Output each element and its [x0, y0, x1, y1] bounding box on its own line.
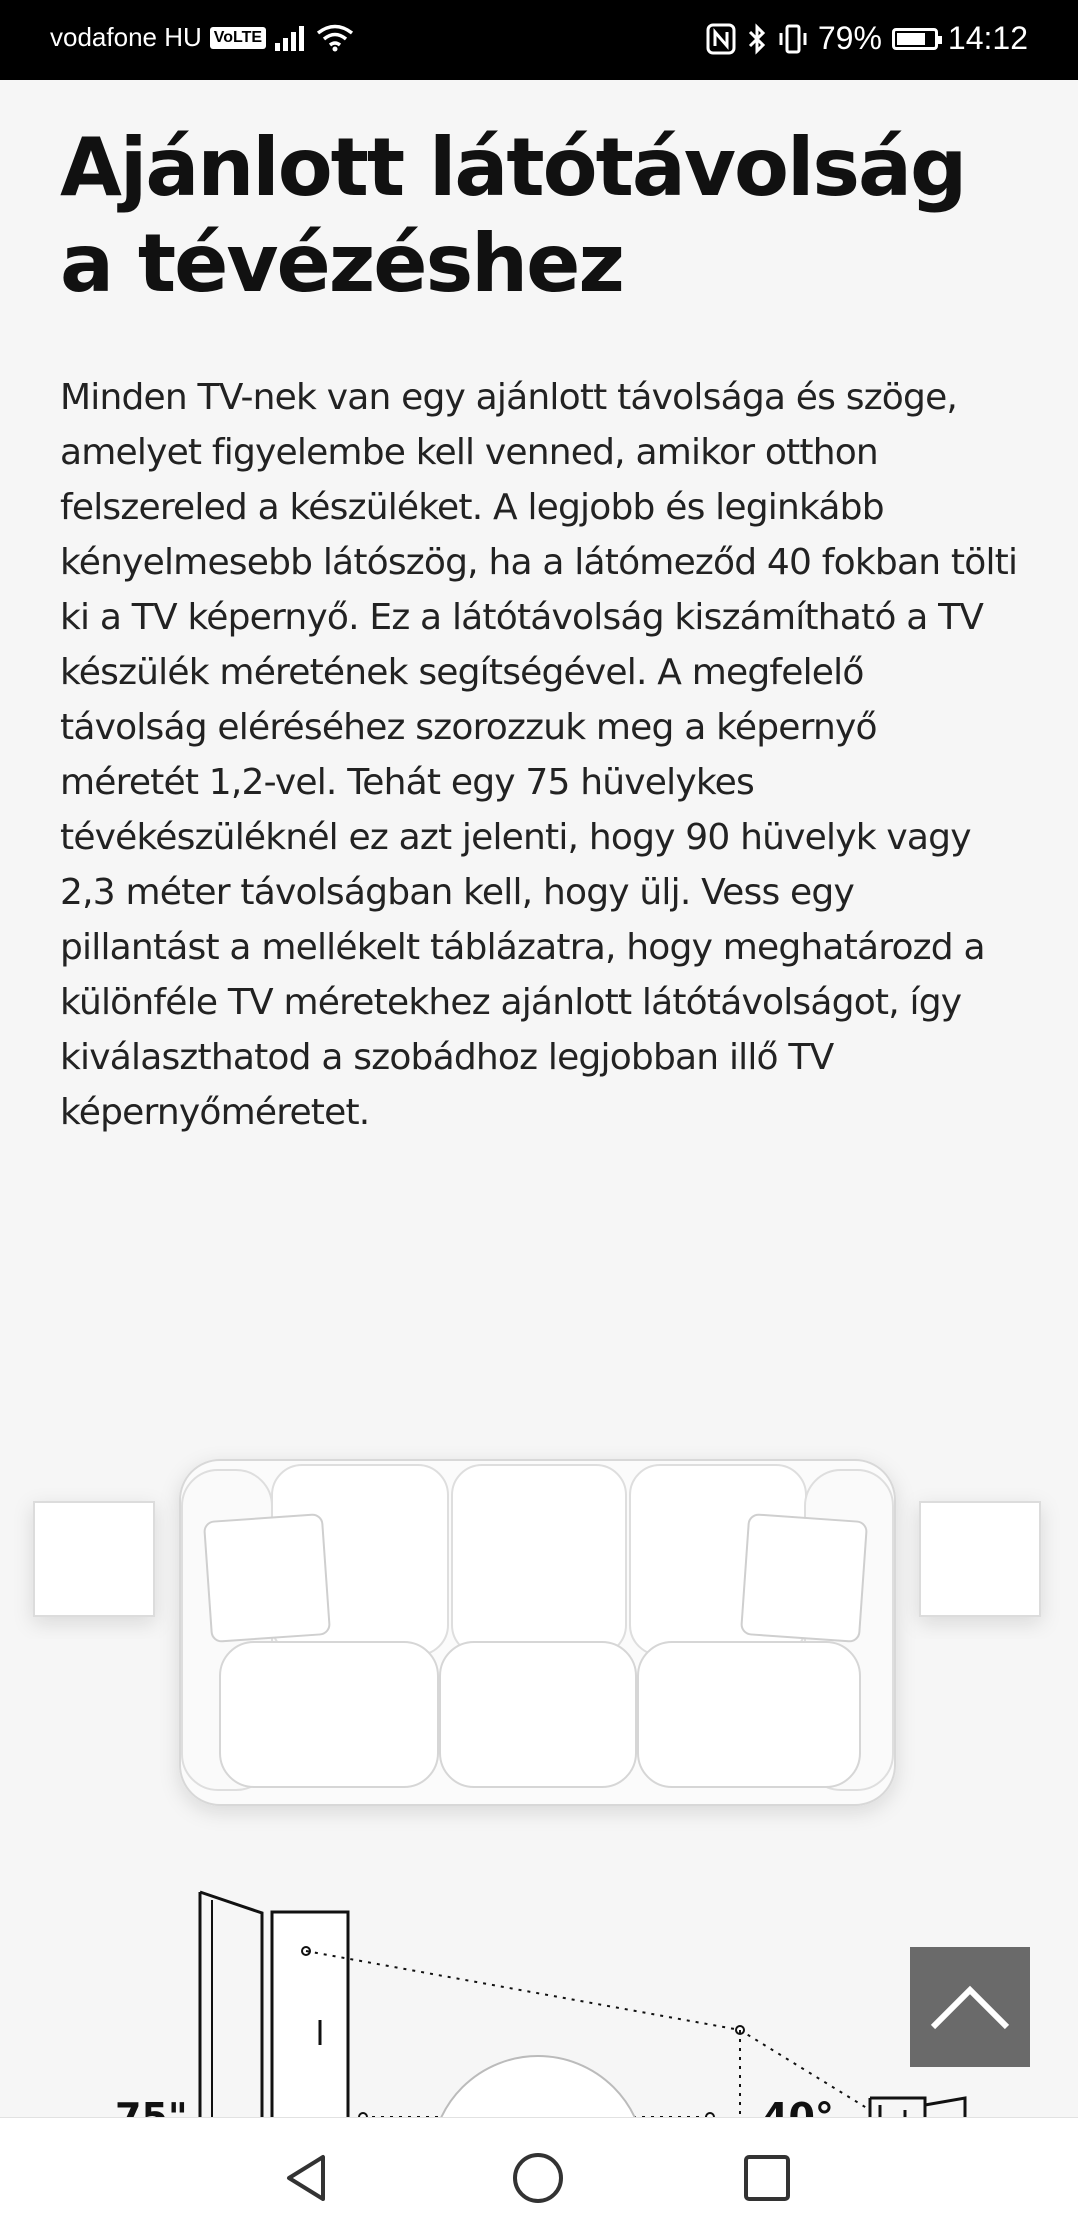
bluetooth-icon — [748, 22, 765, 55]
sofa-illustration — [33, 1459, 1041, 1806]
clock: 14:12 — [947, 20, 1028, 56]
nfc-icon — [706, 23, 736, 54]
carrier-name: vodafone HU — [50, 22, 202, 52]
nav-home-button[interactable] — [508, 2148, 568, 2208]
nav-back-button[interactable] — [278, 2148, 338, 2208]
page-title: Ajánlott látótávolság a tévézéshez — [60, 121, 967, 310]
status-right: 79% 14:12 — [706, 20, 1028, 57]
vibrate-icon — [779, 24, 807, 53]
navigation-bar — [0, 2117, 1078, 2237]
volte-icon: VoLTE — [209, 26, 267, 49]
article-body: Minden TV-nek van egy ajánlott távolsága… — [60, 377, 1018, 1133]
status-left: vodafone HU VoLTE — [50, 22, 354, 53]
angle-label: 40° — [762, 2095, 834, 2117]
chevron-up-icon — [930, 1985, 1010, 2030]
battery-percent: 79% — [817, 20, 882, 56]
page-content: Ajánlott látótávolság a tévézéshez Minde… — [0, 80, 1078, 2117]
status-bar: vodafone HU VoLTE 79% 14:12 — [0, 0, 1078, 80]
play-button[interactable]: m — [430, 2055, 646, 2117]
home-circle-icon — [513, 2153, 563, 2203]
signal-icon — [275, 25, 305, 51]
wifi-icon — [317, 24, 354, 51]
scroll-top-button[interactable] — [910, 1947, 1030, 2067]
back-triangle-icon — [287, 2155, 325, 2201]
nav-recents-button[interactable] — [737, 2148, 797, 2208]
play-icon: m — [430, 2055, 646, 2117]
recents-square-icon — [744, 2155, 790, 2201]
tv-size-label: 75" — [115, 2095, 188, 2117]
battery-icon — [891, 27, 942, 50]
